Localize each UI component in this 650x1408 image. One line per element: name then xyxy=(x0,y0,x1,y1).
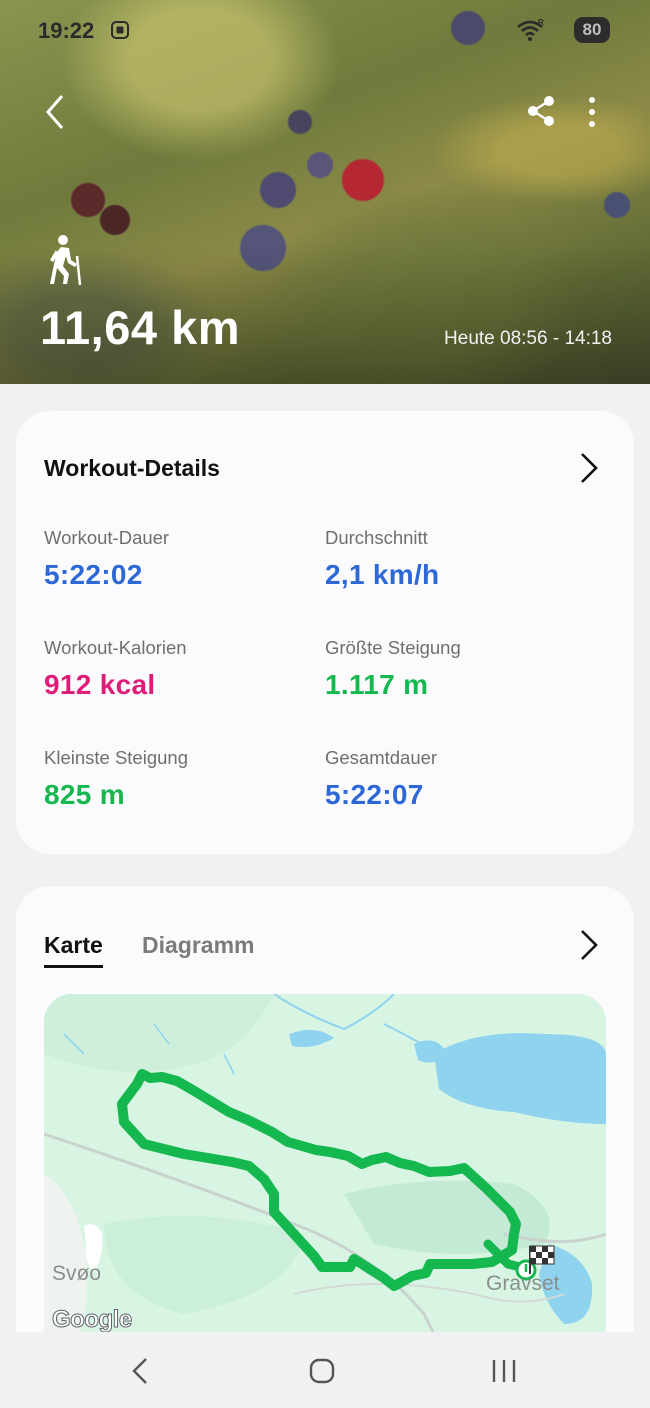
stat-label: Durchschnitt xyxy=(325,527,428,548)
battery-indicator: 80 xyxy=(574,17,610,43)
tab-map[interactable]: Karte xyxy=(44,932,103,968)
svg-text:R: R xyxy=(538,18,544,27)
workout-time-range: Heute 08:56 - 14:18 xyxy=(444,328,612,349)
back-icon[interactable] xyxy=(38,92,74,132)
stat-value: 5:22:02 xyxy=(44,559,143,590)
stat-label: Kleinste Steigung xyxy=(44,747,188,768)
stat-label: Workout-Dauer xyxy=(44,527,170,548)
stat-value: 825 m xyxy=(44,779,125,810)
chevron-right-icon[interactable] xyxy=(578,928,600,962)
tab-chart[interactable]: Diagramm xyxy=(142,932,254,959)
stat-value: 912 kcal xyxy=(44,669,156,700)
wifi-icon: R xyxy=(517,18,544,41)
home-nav-icon[interactable] xyxy=(308,1356,336,1386)
hero-header: 19:22 R 80 11,64 km Heute 08:56 - 14:18 xyxy=(0,0,650,384)
stat-min-elevation: Kleinste Steigung 825 m xyxy=(44,747,314,811)
map-place-label: Svøo xyxy=(52,1262,102,1285)
hiking-icon xyxy=(50,235,82,286)
share-icon[interactable] xyxy=(524,94,558,128)
stat-max-elevation: Größte Steigung 1.117 m xyxy=(325,637,595,701)
workout-details-card[interactable]: Workout-Details Workout-Dauer 5:22:02 Du… xyxy=(16,411,634,854)
distance-value: 11,64 km xyxy=(40,301,241,354)
chevron-right-icon[interactable] xyxy=(578,451,600,485)
status-time: 19:22 xyxy=(38,18,95,43)
stat-average-speed: Durchschnitt 2,1 km/h xyxy=(325,527,595,591)
map-place-label: Gravset xyxy=(486,1272,560,1295)
google-logo: Google xyxy=(52,1306,133,1334)
stat-workout-duration: Workout-Dauer 5:22:02 xyxy=(44,527,314,591)
stat-workout-calories: Workout-Kalorien 912 kcal xyxy=(44,637,314,701)
stat-label: Gesamtdauer xyxy=(325,747,438,768)
map-card: Karte Diagramm Svøo Gravset Google xyxy=(16,886,634,1346)
system-nav-bar xyxy=(0,1332,650,1408)
screen-recorder-icon xyxy=(111,21,129,39)
recent-apps-icon[interactable] xyxy=(490,1356,518,1386)
back-nav-icon[interactable] xyxy=(128,1356,150,1386)
stat-value: 5:22:07 xyxy=(325,779,424,810)
workout-details-title: Workout-Details xyxy=(44,455,220,481)
stat-value: 2,1 km/h xyxy=(325,559,440,590)
stat-label: Größte Steigung xyxy=(325,637,461,658)
more-options-icon[interactable] xyxy=(580,94,604,130)
stat-label: Workout-Kalorien xyxy=(44,637,187,658)
route-map[interactable]: Svøo Gravset Google xyxy=(44,994,606,1346)
stat-value: 1.117 m xyxy=(325,669,429,700)
stat-total-duration: Gesamtdauer 5:22:07 xyxy=(325,747,595,811)
